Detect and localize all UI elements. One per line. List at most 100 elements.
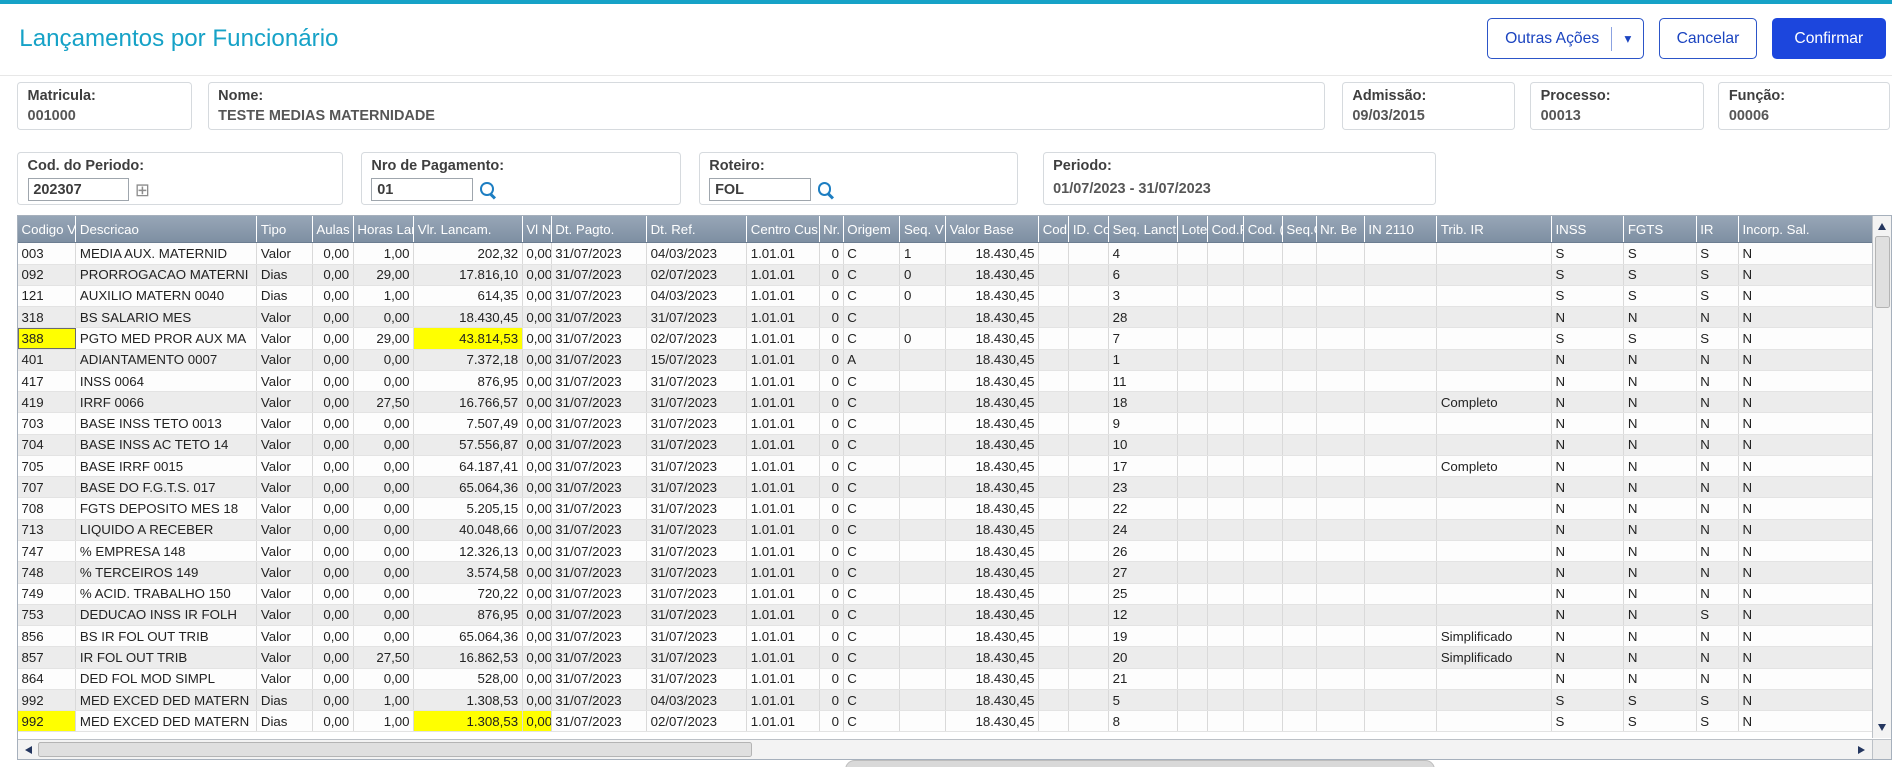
cell-nr_be[interactable] — [1316, 434, 1365, 456]
cell-valor_base[interactable]: 18.430,45 — [945, 412, 1040, 435]
cell-nr_be[interactable] — [1316, 476, 1365, 499]
cell-vlr_lancam[interactable]: 43.814,53 — [413, 327, 523, 350]
cell-aulas[interactable]: 0,00 — [312, 583, 354, 605]
cell-cod_p[interactable] — [1243, 625, 1283, 648]
cell-incorp_sal[interactable]: N — [1738, 497, 1874, 520]
cell-trib_ir[interactable] — [1436, 285, 1552, 308]
cell-aulas[interactable]: 0,00 — [312, 519, 354, 542]
cell-cod_r[interactable] — [1207, 625, 1245, 648]
cell-id_co[interactable] — [1068, 646, 1110, 669]
cell-trib_ir[interactable] — [1436, 497, 1552, 520]
cell-in_2110[interactable] — [1364, 561, 1438, 584]
cell-aulas[interactable]: 0,00 — [312, 285, 354, 308]
cell-cod_i[interactable] — [1038, 497, 1070, 520]
cell-cod_r[interactable] — [1207, 370, 1245, 393]
cell-vlr_lancam[interactable]: 876,95 — [413, 370, 523, 393]
cell-incorp_sal[interactable]: N — [1738, 519, 1874, 542]
cell-dt_ref[interactable]: 02/07/2023 — [646, 710, 748, 733]
roteiro-search-icon[interactable] — [817, 181, 835, 199]
cell-lote_f[interactable] — [1177, 476, 1208, 499]
cell-lote_f[interactable] — [1177, 710, 1208, 733]
cell-nr_be[interactable] — [1316, 625, 1365, 648]
cell-dt_ref[interactable]: 31/07/2023 — [646, 370, 748, 393]
cell-nr_pa[interactable]: 0 — [819, 540, 844, 563]
table-row[interactable]: 704 BASE INSS AC TETO 14 Valor 0,00 0,00 57.5… — [17, 434, 1874, 456]
cell-nr_be[interactable] — [1316, 583, 1365, 605]
cell-in_2110[interactable] — [1364, 519, 1438, 542]
cell-horas_lanc[interactable]: 0,00 — [353, 497, 415, 520]
cell-nr_be[interactable] — [1316, 646, 1365, 669]
cell-centro_custo[interactable]: 1.01.01 — [746, 370, 820, 393]
cell-centro_custo[interactable]: 1.01.01 — [746, 583, 820, 605]
cell-cod_p[interactable] — [1243, 264, 1283, 286]
cell-vl_na[interactable]: 0,00 — [522, 476, 552, 499]
column-header-tipo[interactable]: Tipo — [256, 215, 313, 244]
cell-lote_f[interactable] — [1177, 327, 1208, 350]
cell-cod_i[interactable] — [1038, 710, 1070, 733]
cell-tipo[interactable]: Dias — [256, 264, 313, 286]
cell-trib_ir[interactable] — [1436, 370, 1552, 393]
cell-cod_p[interactable] — [1243, 668, 1283, 690]
cell-seq_lanct[interactable]: 28 — [1108, 306, 1178, 329]
cell-ir[interactable]: N — [1696, 625, 1739, 648]
cell-nr_be[interactable] — [1316, 264, 1365, 286]
cell-trib_ir[interactable] — [1436, 604, 1552, 627]
cell-origem[interactable]: C — [843, 412, 901, 435]
cell-dt_ref[interactable]: 04/03/2023 — [646, 242, 748, 265]
cell-vlr_lancam[interactable]: 7.372,18 — [413, 349, 523, 371]
cell-cod_i[interactable] — [1038, 242, 1070, 265]
cell-cod_r[interactable] — [1207, 561, 1245, 584]
cell-lote_f[interactable] — [1177, 242, 1208, 265]
cell-vlr_lancam[interactable]: 528,00 — [413, 668, 523, 690]
cell-seq_c[interactable] — [1282, 391, 1317, 414]
cell-lote_f[interactable] — [1177, 264, 1208, 286]
column-header-incorp_sal[interactable]: Incorp. Sal. — [1738, 215, 1874, 244]
cell-cod_i[interactable] — [1038, 434, 1070, 456]
cell-ir[interactable]: N — [1696, 497, 1739, 520]
cell-lote_f[interactable] — [1177, 434, 1208, 456]
cell-in_2110[interactable] — [1364, 327, 1438, 350]
cell-horas_lanc[interactable]: 27,50 — [353, 646, 415, 669]
cell-trib_ir[interactable]: Simplificado — [1436, 646, 1552, 669]
cell-dt_ref[interactable]: 31/07/2023 — [646, 583, 748, 605]
cell-ir[interactable]: N — [1696, 349, 1739, 371]
cell-centro_custo[interactable]: 1.01.01 — [746, 497, 820, 520]
cell-fgts[interactable]: N — [1623, 370, 1697, 393]
scroll-left-button[interactable] — [19, 741, 37, 759]
table-row[interactable]: 749% ACID. TRABALHO 150 Valor 0,00 0,00 720,… — [17, 583, 1874, 605]
cell-vlr_lancam[interactable]: 18.430,45 — [413, 306, 523, 329]
column-header-seq_v[interactable]: Seq. V — [899, 215, 947, 244]
cell-codigo[interactable]: 705 — [17, 455, 77, 478]
column-header-descricao[interactable]: Descricao — [75, 215, 258, 244]
cell-descricao[interactable]: BASE INSS AC TETO 14 — [75, 434, 258, 456]
cell-centro_custo[interactable]: 1.01.01 — [746, 689, 820, 712]
cell-seq_lanct[interactable]: 1 — [1108, 349, 1178, 371]
cell-in_2110[interactable] — [1364, 370, 1438, 393]
cell-cod_p[interactable] — [1243, 391, 1283, 414]
cell-horas_lanc[interactable]: 0,00 — [353, 434, 415, 456]
cell-nr_pa[interactable]: 0 — [819, 519, 844, 542]
cell-codigo[interactable]: 092 — [17, 264, 77, 286]
column-header-cod_p[interactable]: Cod. ( — [1243, 215, 1283, 244]
cell-vlr_lancam[interactable]: 720,22 — [413, 583, 523, 605]
cell-cod_p[interactable] — [1243, 646, 1283, 669]
cell-lote_f[interactable] — [1177, 689, 1208, 712]
cell-nr_pa[interactable]: 0 — [819, 561, 844, 584]
cell-incorp_sal[interactable]: N — [1738, 349, 1874, 371]
cell-in_2110[interactable] — [1364, 476, 1438, 499]
table-row[interactable]: 856 BS IR FOL OUT TRIB Valor 0,00 0,00 65.064… — [17, 625, 1874, 648]
cell-vl_na[interactable]: 0,00 — [522, 689, 552, 712]
cell-incorp_sal[interactable]: N — [1738, 625, 1874, 648]
cell-id_co[interactable] — [1068, 583, 1110, 605]
cell-dt_ref[interactable]: 31/07/2023 — [646, 561, 748, 584]
cell-trib_ir[interactable] — [1436, 264, 1552, 286]
cell-seq_v[interactable] — [899, 561, 947, 584]
cell-fgts[interactable]: N — [1623, 412, 1697, 435]
cell-lote_f[interactable] — [1177, 646, 1208, 669]
cell-fgts[interactable]: S — [1623, 242, 1697, 265]
cell-codigo[interactable]: 992 — [17, 710, 77, 733]
cell-aulas[interactable]: 0,00 — [312, 349, 354, 371]
cell-id_co[interactable] — [1068, 327, 1110, 350]
cell-nr_pa[interactable]: 0 — [819, 370, 844, 393]
cell-nr_be[interactable] — [1316, 519, 1365, 542]
